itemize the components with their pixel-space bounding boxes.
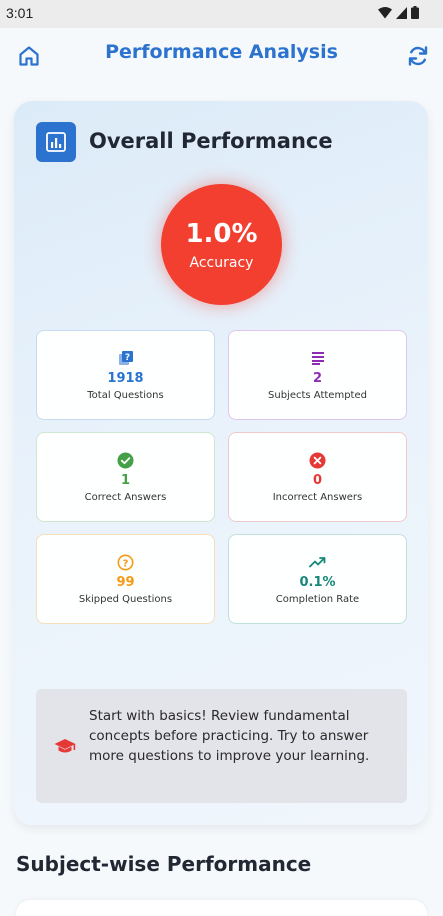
stat-subjects-attempted: 2 Subjects Attempted: [228, 330, 407, 420]
stat-label: Completion Rate: [275, 594, 360, 605]
accuracy-value: 1.0%: [185, 218, 258, 249]
stat-value: 99: [116, 575, 135, 590]
stat-value: 0: [312, 473, 323, 488]
graduation-cap-icon: [54, 739, 76, 753]
stat-total-questions: ? 1918 Total Questions: [36, 330, 215, 420]
stat-value: 1918: [107, 371, 144, 386]
cancel-circle-icon: [309, 452, 326, 468]
stat-value: 0.1%: [299, 575, 336, 590]
status-bar: 3:01: [0, 0, 443, 28]
subject-list-icon: [311, 352, 324, 365]
tip-box: Start with basics! Review fundamental co…: [36, 689, 407, 803]
stat-value: 1: [120, 473, 131, 488]
stat-label: Correct Answers: [84, 492, 167, 503]
section-title-subject-wise: Subject-wise Performance: [16, 852, 312, 876]
stat-label: Skipped Questions: [78, 594, 173, 605]
card-icon-box: [36, 122, 76, 162]
stat-label: Incorrect Answers: [272, 492, 363, 503]
stat-label: Subjects Attempted: [268, 390, 367, 401]
wifi-icon: [378, 6, 392, 18]
accuracy-label: Accuracy: [189, 254, 254, 271]
quiz-icon: ?: [118, 351, 133, 365]
svg-text:?: ?: [123, 558, 129, 569]
accuracy-circle: 1.0% Accuracy: [161, 184, 282, 305]
status-time: 3:01: [6, 5, 34, 21]
stat-completion-rate: 0.1% Completion Rate: [228, 534, 407, 624]
check-circle-icon: [117, 452, 134, 468]
stat-correct-answers: 1 Correct Answers: [36, 432, 215, 522]
status-icons: [378, 6, 419, 19]
card-title: Overall Performance: [89, 129, 333, 153]
stat-skipped-questions: ? 99 Skipped Questions: [36, 534, 215, 624]
subject-card: [16, 900, 427, 916]
trending-up-icon: [309, 557, 326, 568]
stat-incorrect-answers: 0 Incorrect Answers: [228, 432, 407, 522]
page-title: Performance Analysis: [105, 41, 338, 63]
help-circle-icon: ?: [117, 554, 134, 570]
stat-label: Total Questions: [87, 390, 164, 401]
refresh-icon: [408, 46, 428, 66]
app-header: Performance Analysis: [0, 28, 443, 88]
battery-icon: [411, 6, 419, 19]
refresh-button[interactable]: [403, 41, 433, 71]
tip-text: Start with basics! Review fundamental co…: [89, 708, 370, 764]
bar-chart-icon: [46, 132, 66, 152]
svg-text:?: ?: [124, 353, 129, 363]
signal-icon: [396, 6, 407, 19]
stat-value: 2: [312, 371, 323, 386]
overall-performance-card: Overall Performance 1.0% Accuracy ? 1918…: [14, 101, 428, 825]
